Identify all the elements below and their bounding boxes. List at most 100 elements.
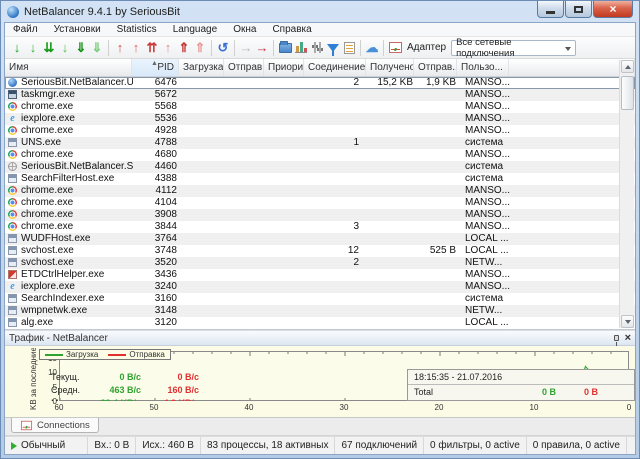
upload-block-icon[interactable]: ⇑ <box>176 39 192 57</box>
column-filler <box>509 59 635 76</box>
vertical-scrollbar[interactable] <box>619 60 634 328</box>
table-row[interactable]: chrome.exe38443MANSO... <box>5 221 635 233</box>
table-header: Имя ▲PID Загрузка Отправ... Приори... Со… <box>5 59 635 77</box>
connections-tab-icon <box>21 420 32 429</box>
maximize-button[interactable] <box>565 1 592 18</box>
traffic-panel-header[interactable]: Трафик - NetBalancer × <box>5 331 635 346</box>
upload-ignore-icon[interactable]: ⇑ <box>192 39 208 57</box>
etd-icon <box>8 270 17 279</box>
menu-windows[interactable]: Окна <box>225 23 264 37</box>
settings-sliders-icon[interactable] <box>309 39 325 57</box>
table-row[interactable]: UNS.exe47881система <box>5 137 635 149</box>
process-name: SearchIndexer.exe <box>21 293 133 305</box>
rules-edit-icon[interactable] <box>341 39 357 57</box>
table-row[interactable]: chrome.exe4112MANSO... <box>5 185 635 197</box>
column-pid[interactable]: ▲PID <box>132 59 179 76</box>
pin-icon[interactable] <box>614 335 619 341</box>
stat-current: Текущ. 0 B/c 0 B/c <box>51 372 221 384</box>
chrome-icon <box>8 126 17 135</box>
table-row[interactable]: taskmgr.exe5672MANSO... <box>5 89 635 101</box>
menu-file[interactable]: Файл <box>5 23 46 37</box>
table-row[interactable]: iexplore.exe5536MANSO... <box>5 113 635 125</box>
redirect-traffic-icon[interactable]: → <box>254 39 270 57</box>
table-row[interactable]: SeriousBit.NetBalancer.Servic...4460сист… <box>5 161 635 173</box>
download-ignore-icon[interactable]: ⇓ <box>89 39 105 57</box>
folder-icon[interactable] <box>277 39 293 57</box>
column-name[interactable]: Имя <box>5 59 132 76</box>
toolbar: ↓↓⇊↓⇓⇓↑↑⇈↑⇑⇑↺→→☁ Адаптер Все сетевые под… <box>5 37 635 59</box>
client-area: Файл Установки Statistics Language Окна … <box>4 22 636 455</box>
window-controls: × <box>536 1 633 18</box>
column-connections[interactable]: Соединение <box>304 59 366 76</box>
show-traffic-icon[interactable]: → <box>238 39 254 57</box>
scrollbar-thumb[interactable] <box>621 76 634 110</box>
table-row[interactable]: chrome.exe5568MANSO... <box>5 101 635 113</box>
table-row[interactable]: chrome.exe4928MANSO... <box>5 125 635 137</box>
user-value: система <box>465 293 517 305</box>
window-icon <box>8 138 17 147</box>
adapter-combobox[interactable]: Все сетевые подключения <box>451 40 576 56</box>
upload-limit-icon[interactable]: ⇈ <box>144 39 160 57</box>
menu-settings[interactable]: Установки <box>46 23 109 37</box>
download-priority-normal-icon[interactable]: ↓ <box>25 39 41 57</box>
download-low-icon[interactable]: ↓ <box>57 39 73 57</box>
column-upload-rate[interactable]: Отправ... <box>224 59 264 76</box>
traffic-window-icon[interactable] <box>387 39 403 57</box>
traffic-window-icon <box>389 42 402 53</box>
x-tick-label: 10 <box>526 403 542 412</box>
bottom-tab-strip: Connections <box>5 418 635 436</box>
panel-close-icon[interactable]: × <box>625 333 631 343</box>
adapter-value: Все сетевые подключения <box>456 37 571 59</box>
menu-statistics[interactable]: Statistics <box>109 23 165 37</box>
column-user[interactable]: Пользо... <box>457 59 509 76</box>
statistics-chart-icon[interactable] <box>293 39 309 57</box>
download-block-icon[interactable]: ⇓ <box>73 39 89 57</box>
status-segment: Исх.: 460 B <box>136 437 201 454</box>
process-name: svchost.exe <box>21 245 133 257</box>
menu-help[interactable]: Справка <box>264 23 319 37</box>
user-value: система <box>465 161 517 173</box>
column-priority[interactable]: Приори... <box>264 59 304 76</box>
download-limit-icon[interactable]: ⇊ <box>41 39 57 57</box>
statistics-chart-icon <box>295 42 307 53</box>
table-row[interactable]: chrome.exe4680MANSO... <box>5 149 635 161</box>
column-download[interactable]: Загрузка <box>179 59 224 76</box>
scroll-down-button[interactable] <box>621 315 634 328</box>
menu-language[interactable]: Language <box>165 23 226 37</box>
table-row[interactable]: SeriousBit.NetBalancer.UI.exe6476215,2 K… <box>5 77 635 89</box>
table-row[interactable]: SearchFilterHost.exe4388система <box>5 173 635 185</box>
table-row[interactable]: SearchIndexer.exe3160система <box>5 293 635 305</box>
scroll-up-button[interactable] <box>621 60 634 73</box>
pid-value: 4460 <box>132 161 177 173</box>
close-button[interactable]: × <box>593 1 633 18</box>
table-row[interactable]: iexplore.exe3240MANSO... <box>5 281 635 293</box>
user-value: MANSO... <box>465 101 517 113</box>
table-row[interactable]: chrome.exe3908MANSO... <box>5 209 635 221</box>
close-icon: × <box>609 3 616 15</box>
table-row[interactable]: svchost.exe35202NETW... <box>5 257 635 269</box>
minimize-button[interactable] <box>537 1 564 18</box>
table-row[interactable]: ETDCtrlHelper.exe3436MANSO... <box>5 269 635 281</box>
filter-icon[interactable] <box>325 39 341 57</box>
resize-grip[interactable] <box>627 437 635 454</box>
table-row[interactable]: alg.exe3120LOCAL ... <box>5 317 635 329</box>
column-sent[interactable]: Отправ... <box>414 59 457 76</box>
user-value: MANSO... <box>465 209 517 221</box>
table-row[interactable]: WUDFHost.exe3764LOCAL ... <box>5 233 635 245</box>
pid-value: 5568 <box>132 101 177 113</box>
upload-priority-normal-icon[interactable]: ↑ <box>128 39 144 57</box>
traffic-panel-title: Трафик - NetBalancer <box>9 333 108 344</box>
upload-priority-high-icon[interactable]: ↑ <box>112 39 128 57</box>
tab-connections[interactable]: Connections <box>11 418 99 433</box>
column-received[interactable]: Получено <box>366 59 414 76</box>
download-priority-high-icon[interactable]: ↓ <box>9 39 25 57</box>
settings-sliders-icon <box>312 42 323 53</box>
table-row[interactable]: svchost.exe374812525 BLOCAL ... <box>5 245 635 257</box>
table-row[interactable]: chrome.exe4104MANSO... <box>5 197 635 209</box>
upload-low-icon[interactable]: ↑ <box>160 39 176 57</box>
process-name: chrome.exe <box>21 185 133 197</box>
cloud-sync-icon[interactable]: ☁ <box>364 39 380 57</box>
adapter-label: Адаптер <box>407 42 446 53</box>
table-row[interactable]: wmpnetwk.exe3148NETW... <box>5 305 635 317</box>
undo-icon[interactable]: ↺ <box>215 39 231 57</box>
